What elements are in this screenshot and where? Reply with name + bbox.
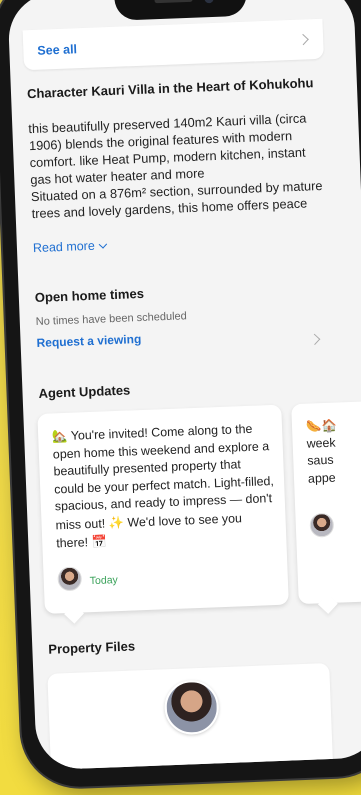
front-camera [204,0,214,4]
app-screen: See all Character Kauri Villa in the Hea… [7,0,361,771]
speaker-grille [154,0,193,4]
sausage-house-icon: 🌭🏠 [305,417,338,434]
agent-avatar [57,566,83,592]
phone-notch [114,0,248,21]
update-fragment: appe [307,470,336,486]
update-message: 🏡 You're invited! Come along to the open… [52,419,277,553]
request-viewing-link[interactable]: Request a viewing [36,332,141,350]
chevron-right-icon[interactable] [297,33,309,46]
update-time: Today [89,574,119,588]
chevron-right-icon[interactable] [309,333,321,345]
update-fragment: week [306,435,336,451]
open-home-status: No times have been scheduled [35,310,187,329]
open-home-title: Open home times [34,285,145,306]
chevron-down-icon [98,240,107,249]
sparkle-icon: ✨ [108,514,125,530]
agent-updates-title: Agent Updates [38,382,131,401]
agent-avatar [309,512,335,538]
property-files-title: Property Files [48,638,136,657]
speech-tail [317,594,338,614]
listing-title: Character Kauri Villa in the Heart of Ko… [26,75,314,102]
listing-description: this beautifully preserved 140m2 Kauri v… [28,109,332,222]
calendar-icon: 📅 [91,533,108,550]
see-all-card[interactable]: See all [22,18,324,71]
speech-tail [64,603,84,624]
read-more-button[interactable]: Read more [32,238,107,256]
agent-update-card[interactable]: 🏡 You're invited! Come along to the open… [37,404,289,624]
update-message: 🌭🏠 week saus appe [306,415,361,488]
update-fragment: saus [307,452,334,468]
house-icon: 🏡 [51,427,68,444]
read-more-label: Read more [32,238,96,256]
phone-frame: See all Character Kauri Villa in the Hea… [0,0,361,789]
agent-update-card-next[interactable]: 🌭🏠 week saus appe [291,399,361,614]
see-all-link[interactable]: See all [37,42,77,58]
